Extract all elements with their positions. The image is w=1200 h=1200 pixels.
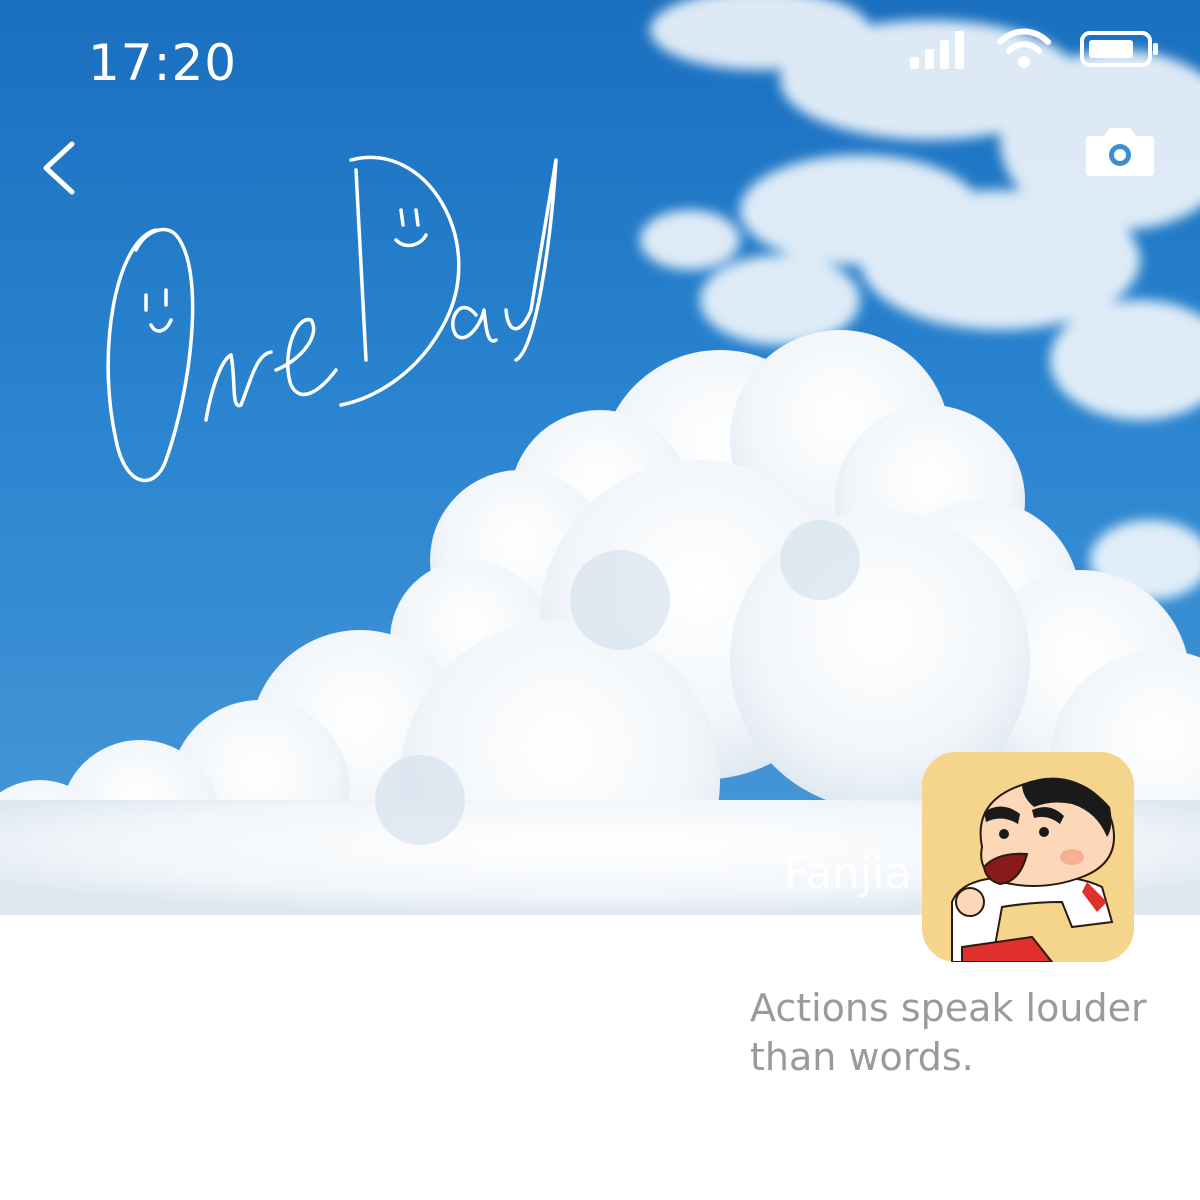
camera-icon [1086,128,1154,176]
chevron-left-icon [43,141,75,195]
status-time: 17:20 [88,34,238,92]
battery-icon [1080,31,1158,67]
wifi-icon [997,28,1051,68]
signal-icon [910,31,964,69]
camera-button[interactable] [1084,126,1156,178]
cartoon-avatar [922,752,1134,962]
avatar[interactable] [922,752,1134,962]
status-icons [910,28,1160,70]
profile-motto: Actions speak louder than words. [750,986,1147,1079]
back-button[interactable] [38,130,98,210]
profile-name: Fanjia [784,848,912,899]
handwritten-title-art [106,155,558,483]
